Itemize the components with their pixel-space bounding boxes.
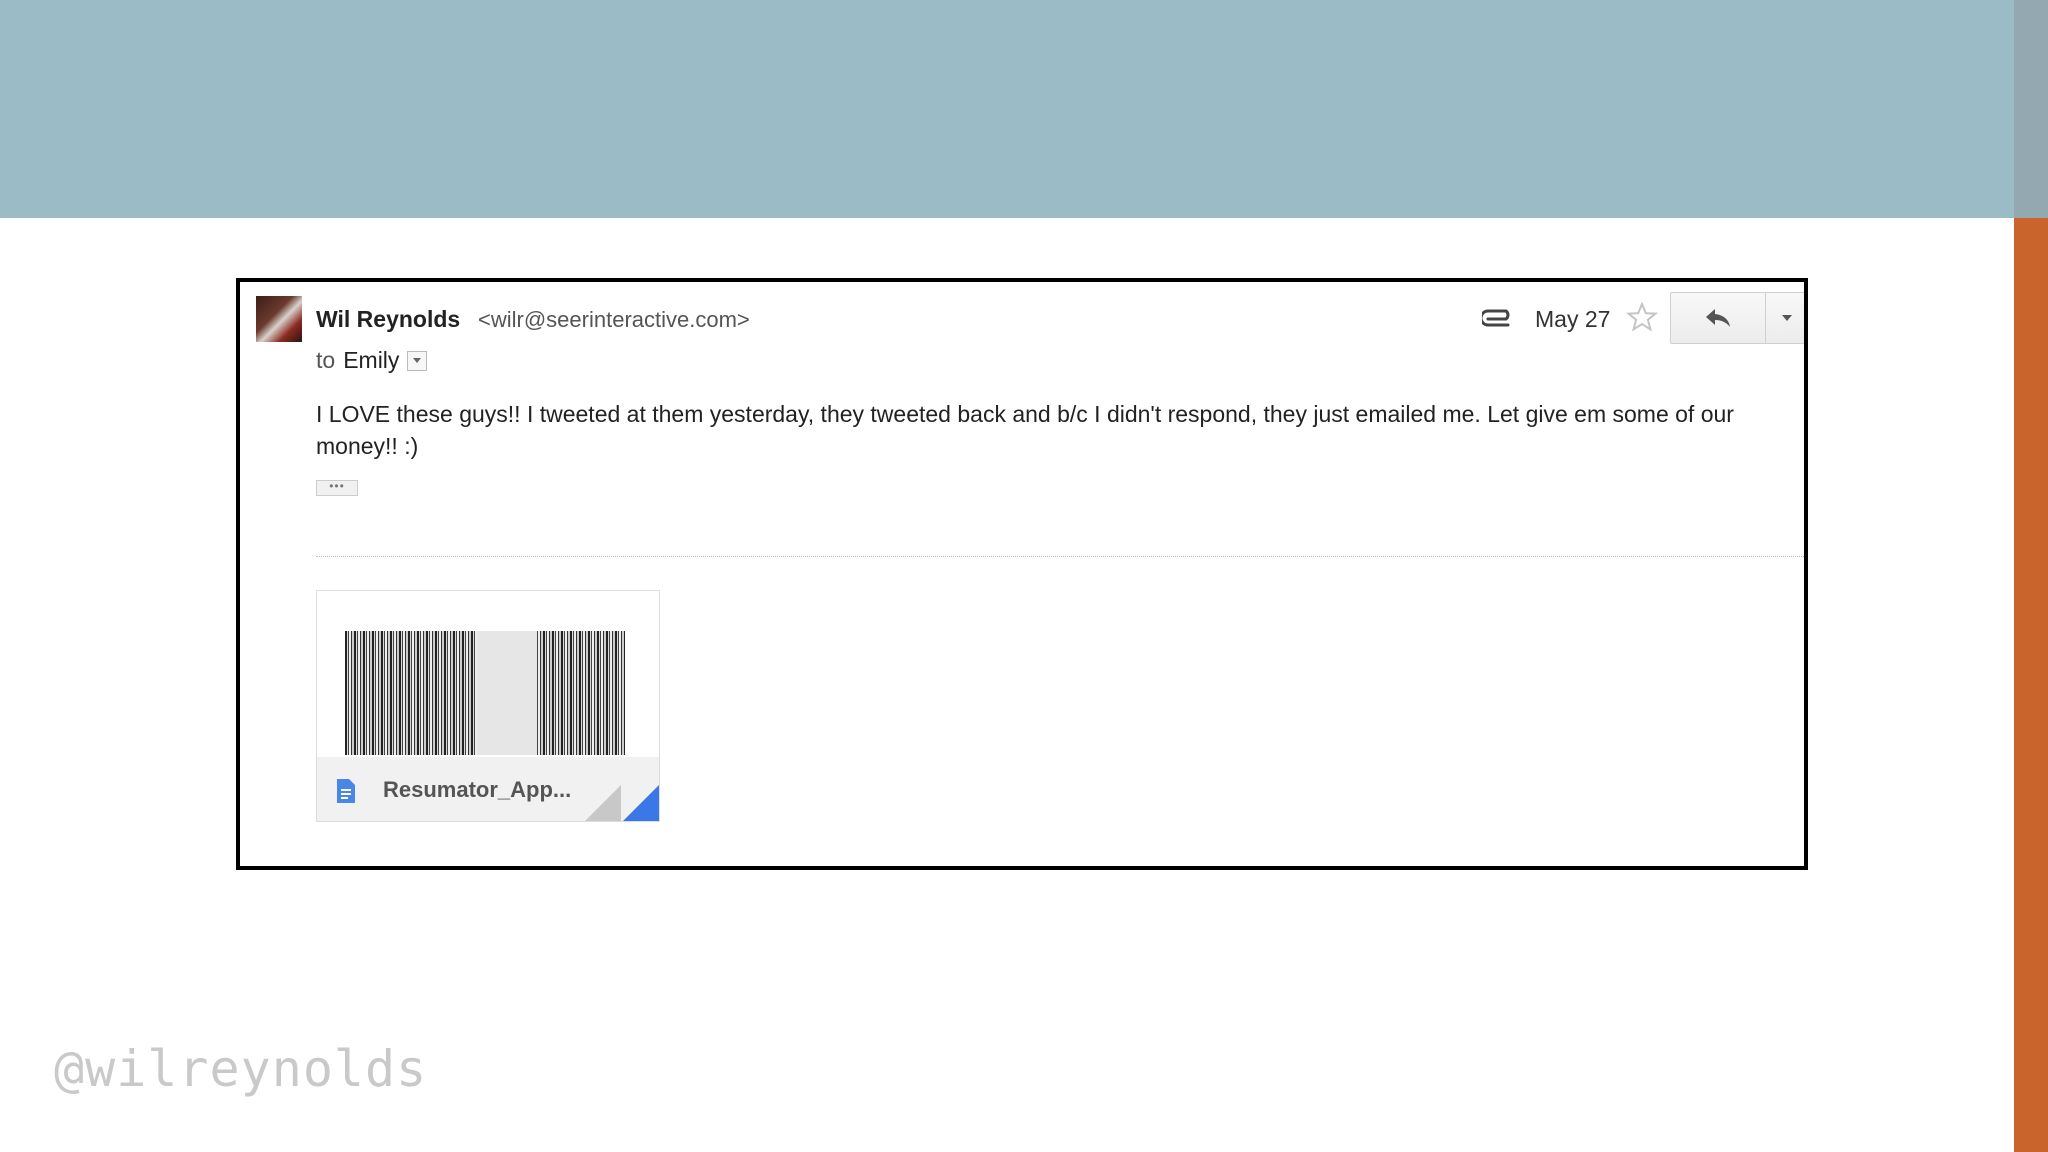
to-label: to <box>316 347 336 373</box>
attachment-divider <box>316 556 1804 557</box>
twitter-handle: @wilreynolds <box>54 1040 428 1098</box>
more-actions-button[interactable] <box>1765 292 1804 344</box>
attachment-name[interactable]: Resumator_App... <box>383 777 571 803</box>
chevron-down-icon <box>413 358 422 363</box>
sender-email: <wilr@seerinteractive.com> <box>478 307 750 332</box>
show-trimmed-content-button[interactable]: ••• <box>316 480 358 496</box>
header-band <box>0 0 2014 218</box>
email-screenshot: Wil Reynolds <wilr@seerinteractive.com> … <box>236 278 1808 870</box>
corner-fold-icon <box>585 785 659 821</box>
attachment-card[interactable]: Resumator_App... <box>316 590 660 822</box>
attachment-footer: Resumator_App... <box>317 757 659 821</box>
email-date: May 27 <box>1535 306 1611 332</box>
recipient-details-dropdown[interactable] <box>407 350 428 371</box>
reply-button[interactable] <box>1670 292 1766 344</box>
chevron-down-icon <box>1781 315 1792 321</box>
star-icon[interactable] <box>1626 301 1658 333</box>
paperclip-icon <box>1482 309 1510 327</box>
recipient-row: to Emily <box>316 347 428 374</box>
recipient-name: Emily <box>343 347 400 373</box>
accent-strip-top <box>2014 0 2048 218</box>
avatar[interactable] <box>256 296 302 342</box>
doc-icon <box>337 779 355 803</box>
thumbnail-gap <box>477 631 537 755</box>
accent-strip <box>2014 218 2048 1152</box>
sender-name[interactable]: Wil Reynolds <box>316 306 460 333</box>
message-body: I LOVE these guys!! I tweeted at them ye… <box>316 401 1734 459</box>
reply-icon <box>1706 309 1730 327</box>
